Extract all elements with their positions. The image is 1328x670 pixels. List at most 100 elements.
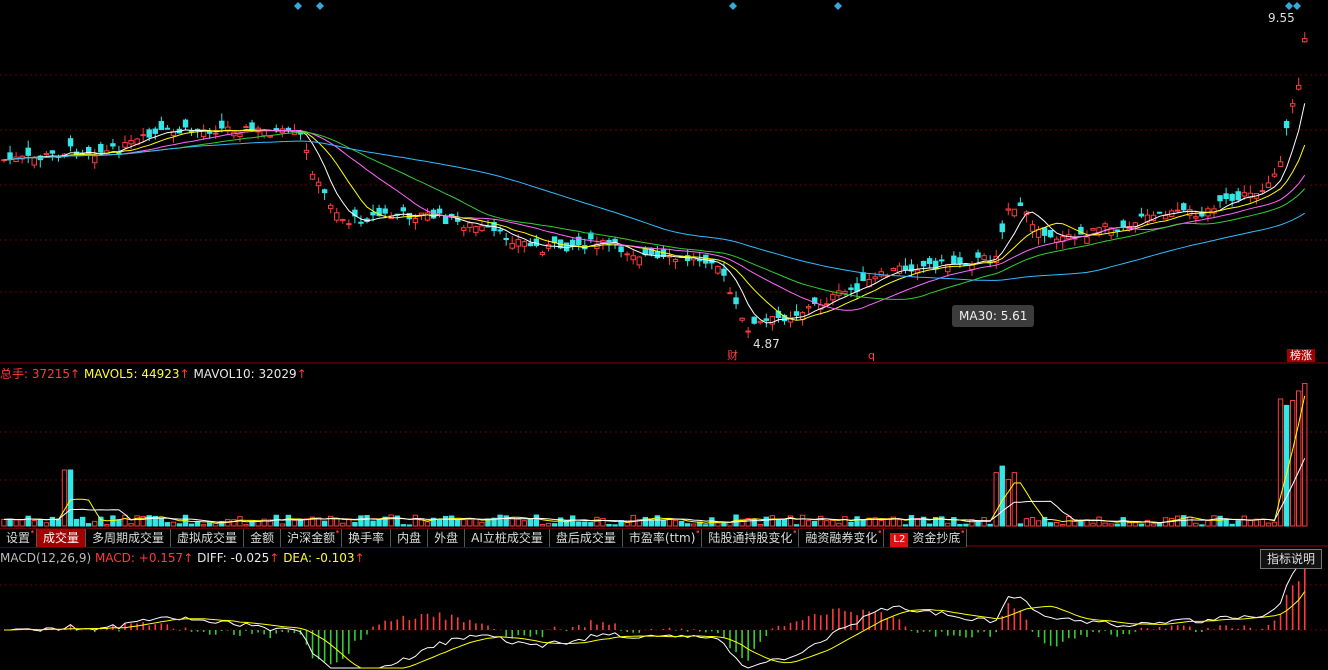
candle [479,220,485,232]
volume-bar [551,523,558,527]
volume-bar [515,518,521,527]
volume-bar [951,517,957,527]
volume-bar [188,523,195,527]
volume-bar [939,516,945,527]
tab-8[interactable]: 外盘 [428,529,466,547]
candle [182,118,189,130]
volume-bar [243,524,249,527]
candle [1047,229,1054,239]
volume-bar [49,516,56,527]
candle [799,311,806,326]
volume-bar [606,523,612,527]
volume-bar [122,514,128,527]
volume-bar [92,520,98,527]
volume-bar [588,522,594,527]
candle [243,124,249,129]
candle [1168,208,1175,217]
tab-2[interactable]: 多周期成交量 [86,529,172,547]
volume-bar [1,518,7,527]
volume-bar [527,518,534,527]
tab-4[interactable]: 金额 [244,529,282,547]
volume-bar [594,516,600,527]
volume-bar [285,514,292,527]
candle [733,291,739,310]
candle [933,257,939,274]
event-markers[interactable] [294,2,1301,10]
tab-1[interactable]: 成交量 [37,529,87,547]
volume-bar [1247,519,1253,527]
candle [939,254,945,265]
tab-13[interactable]: 融资融券变化 • [799,529,885,547]
q-marker[interactable]: q [868,349,875,362]
volume-ma-line-10 [3,458,1306,524]
volume-bar [1277,398,1284,527]
tab-label: 换手率 [348,531,385,545]
volume-bar [715,522,721,527]
volume-bar [793,524,800,527]
candle [818,299,824,315]
indicator-help-button[interactable]: 指标说明 [1259,549,1322,569]
tab-dot-icon: • [334,528,341,538]
volume-bar [37,518,43,527]
candle [1289,99,1296,114]
candle [303,143,310,160]
candle [231,131,237,139]
volume-bar [424,521,431,527]
tab-label: 金额 [250,531,275,545]
candle [176,126,183,134]
tab-0[interactable]: 设置 • [0,529,38,547]
kline-chart[interactable] [0,0,1328,670]
tab-9[interactable]: AI立桩成交量 [465,529,550,547]
tab-label: 盘后成交量 [555,531,616,545]
ranking-rise-marker[interactable]: 榜涨 [1287,349,1315,362]
volume-bar [1138,523,1145,527]
volume-bar [678,520,685,527]
volume-bar [1150,523,1157,527]
tab-6[interactable]: 换手率 [342,529,392,547]
volume-bar [1132,522,1139,527]
volume-bar [497,514,503,527]
tab-12[interactable]: 陆股通持股变化 • [702,529,800,547]
candle [237,132,243,142]
tab-3[interactable]: 虚拟成交量 [171,529,245,547]
candle [346,219,352,229]
diff-label: DIFF: [197,551,231,565]
volume-bar [684,523,691,527]
candle [618,244,624,258]
financial-report-marker[interactable]: 财 [727,349,738,362]
volume-bar [624,522,630,527]
volume-bar [660,519,667,527]
volume-bar [582,521,588,527]
volume-bar [164,522,171,527]
diff-line [4,559,1306,669]
tab-10[interactable]: 盘后成交量 [550,529,623,547]
candle [1017,197,1024,207]
tab-11[interactable]: 市盈率(ttm) • [623,529,703,547]
volume-bar [176,523,183,527]
volume-bar [854,516,860,527]
volume-bar [1223,519,1229,527]
volume-bar [406,524,413,527]
tab-7[interactable]: 内盘 [391,529,429,547]
volume-bar [352,522,358,527]
volume-bar [1259,519,1266,527]
candle [1265,175,1272,189]
candle [703,254,709,269]
tab-14[interactable]: L2 资金抄底 • [884,529,968,547]
tab-5[interactable]: 沪深金额 • [281,528,343,547]
dea-line [4,591,1306,669]
candle [981,252,987,261]
volume-bar [388,514,394,527]
candle [902,258,909,274]
candle [1247,185,1253,203]
volume-bar [509,517,515,527]
volume-bar [945,522,951,527]
candle [570,238,576,251]
price-high-label: 9.55 [1268,11,1295,25]
macd-label: MACD: [94,551,139,565]
volume-bar [1193,522,1199,527]
volume-bar [334,517,340,527]
volume-bar [539,523,546,527]
candle [491,218,497,237]
volume-bar [1156,522,1163,527]
